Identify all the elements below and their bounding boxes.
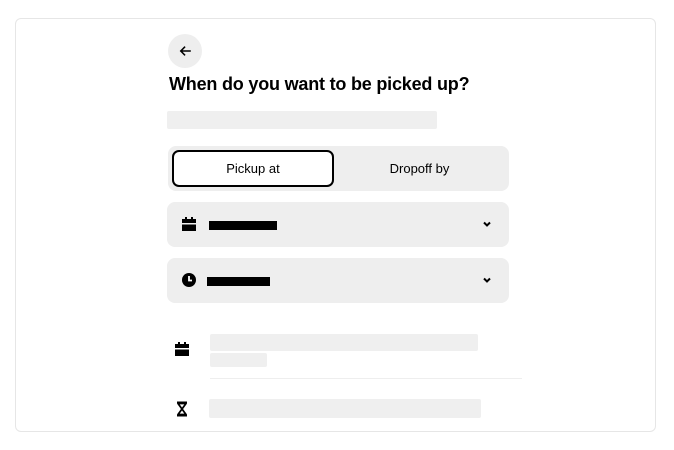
chevron-down-icon xyxy=(483,221,491,227)
clock-icon xyxy=(182,273,196,287)
divider xyxy=(210,378,522,379)
date-select[interactable] xyxy=(167,202,509,247)
info-subline-placeholder xyxy=(210,353,267,367)
pickup-dropoff-toggle: Pickup at Dropoff by xyxy=(168,146,509,191)
info-line-placeholder xyxy=(210,334,478,351)
calendar-icon xyxy=(182,217,196,231)
subtitle-placeholder xyxy=(167,111,437,129)
info-line-placeholder xyxy=(209,399,481,418)
page-title: When do you want to be picked up? xyxy=(169,74,470,94)
hourglass-icon xyxy=(177,401,187,417)
dropoff-by-tab[interactable]: Dropoff by xyxy=(334,150,505,187)
calendar-icon xyxy=(175,342,189,356)
time-select[interactable] xyxy=(167,258,509,303)
date-value-redacted xyxy=(209,221,277,230)
pickup-at-label: Pickup at xyxy=(226,161,280,176)
dropoff-by-label: Dropoff by xyxy=(389,161,450,176)
chevron-down-icon xyxy=(483,277,491,283)
page: When do you want to be picked up? Pickup… xyxy=(0,0,674,450)
time-value-redacted xyxy=(207,277,270,286)
back-button[interactable] xyxy=(168,34,202,68)
arrow-left-icon xyxy=(179,46,191,56)
pickup-at-tab[interactable]: Pickup at xyxy=(172,150,334,187)
